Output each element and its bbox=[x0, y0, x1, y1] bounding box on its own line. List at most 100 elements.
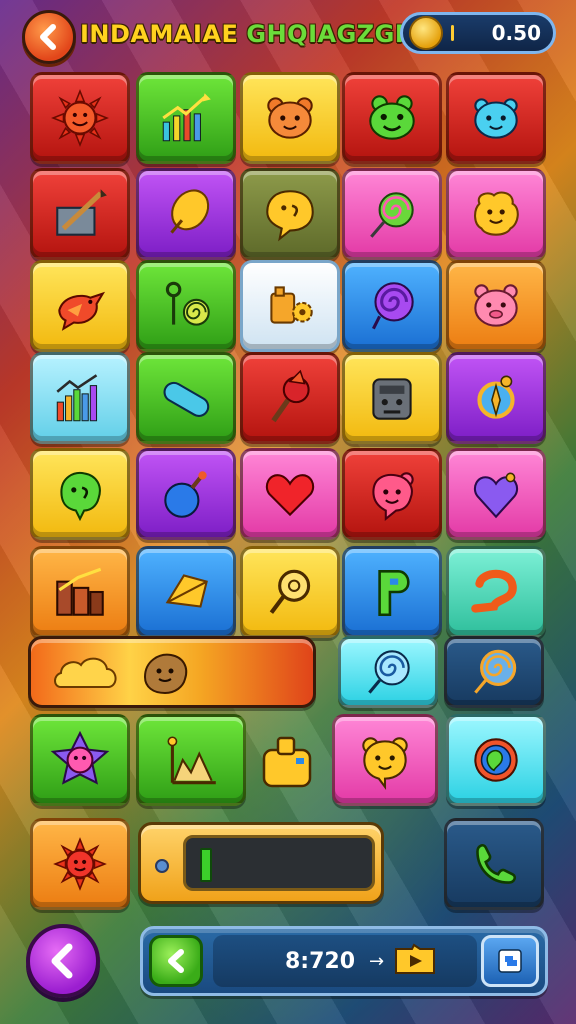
puzzle-icon bbox=[498, 949, 522, 973]
tile-growth-chart[interactable] bbox=[136, 72, 236, 164]
tile-hook[interactable] bbox=[446, 546, 546, 638]
panel-indicator-dot bbox=[155, 859, 169, 873]
blue-swirl-icon bbox=[368, 650, 410, 694]
frog-face-icon bbox=[369, 95, 415, 140]
tile-globe[interactable] bbox=[446, 714, 546, 806]
growth-chart-icon bbox=[162, 93, 211, 142]
puzzle-menu-button[interactable] bbox=[481, 935, 539, 987]
tile-blue-blob-face[interactable] bbox=[446, 72, 546, 164]
star-blob-icon bbox=[50, 730, 110, 785]
coin-value: 0.50 bbox=[491, 21, 541, 45]
undo-button[interactable] bbox=[149, 935, 203, 987]
hook-icon bbox=[471, 569, 517, 613]
tile-torch[interactable] bbox=[240, 352, 340, 444]
score-display: 8:720 → bbox=[213, 935, 477, 987]
tile-speech-smiley[interactable] bbox=[240, 168, 340, 260]
tile-pen-box[interactable] bbox=[30, 168, 130, 260]
mountain-chart-icon bbox=[167, 736, 216, 785]
robot-box-icon bbox=[372, 378, 412, 420]
red-monster-icon bbox=[372, 472, 414, 521]
key-spiral-icon bbox=[165, 281, 210, 326]
bar-chart-icon bbox=[56, 374, 98, 422]
progress-track bbox=[183, 835, 375, 891]
toy-block-icon bbox=[262, 736, 312, 788]
tile-yellow-bear[interactable] bbox=[332, 714, 438, 806]
bonus-bar[interactable] bbox=[28, 636, 316, 708]
arrow-label: → bbox=[369, 950, 385, 972]
yellow-blob-face-icon bbox=[474, 191, 519, 236]
tile-compass[interactable] bbox=[446, 352, 546, 444]
sun-face-icon bbox=[51, 89, 109, 147]
tile-phone[interactable] bbox=[444, 818, 544, 910]
gear-box-icon bbox=[270, 286, 313, 324]
tile-pill-capsule[interactable] bbox=[136, 352, 236, 444]
back-button[interactable] bbox=[22, 10, 76, 64]
globe-icon bbox=[474, 738, 518, 782]
tile-sun-small[interactable] bbox=[30, 818, 130, 910]
bird-icon bbox=[58, 291, 106, 331]
tile-gear-box[interactable] bbox=[240, 260, 340, 352]
tile-key-spiral[interactable] bbox=[136, 260, 236, 352]
tile-frog-face[interactable] bbox=[342, 72, 442, 164]
chevron-left-icon bbox=[40, 24, 56, 50]
tile-sun-face[interactable] bbox=[30, 72, 130, 164]
tile-bar-chart[interactable] bbox=[30, 352, 130, 444]
tile-robot-box[interactable] bbox=[342, 352, 442, 444]
yellow-bear-icon bbox=[362, 737, 408, 790]
tile-blue-swirl[interactable] bbox=[338, 636, 438, 708]
torch-icon bbox=[271, 369, 310, 423]
tile-bird[interactable] bbox=[30, 260, 130, 352]
tile-yellow-blob-face[interactable] bbox=[446, 168, 546, 260]
letter-p-icon bbox=[378, 570, 410, 617]
coin-divider bbox=[451, 25, 454, 41]
purple-swirl-icon bbox=[372, 282, 414, 330]
chart-building-icon bbox=[56, 567, 104, 616]
game-title: INDAMAIAE GHQIAGZGH! bbox=[80, 14, 426, 54]
magnifier-icon bbox=[269, 569, 311, 614]
chevron-left-icon bbox=[168, 949, 184, 973]
progress-fill bbox=[200, 848, 212, 882]
tile-red-monster[interactable] bbox=[342, 448, 442, 540]
tile-bear-face[interactable] bbox=[240, 72, 340, 164]
tile-leaf[interactable] bbox=[136, 168, 236, 260]
diamond-leaf-icon bbox=[165, 574, 208, 608]
pen-box-icon bbox=[56, 189, 107, 236]
tile-magnifier[interactable] bbox=[240, 546, 340, 638]
seal-face-icon bbox=[143, 653, 188, 695]
tile-heart[interactable] bbox=[240, 448, 340, 540]
bottom-bar: 8:720 → bbox=[140, 926, 548, 996]
tile-letter-p[interactable] bbox=[342, 546, 442, 638]
coin-counter[interactable]: 0.50 bbox=[400, 12, 556, 54]
tile-bomb[interactable] bbox=[136, 448, 236, 540]
heart-pin-icon bbox=[473, 472, 519, 519]
pig-face-icon bbox=[474, 284, 518, 327]
score-value: 8:720 bbox=[285, 948, 356, 974]
leaf-icon bbox=[170, 189, 210, 234]
heart-icon bbox=[265, 474, 315, 517]
tile-pig-face[interactable] bbox=[446, 260, 546, 352]
tile-chart-building[interactable] bbox=[30, 546, 130, 638]
bear-face-icon bbox=[267, 97, 313, 139]
green-monster-icon bbox=[60, 471, 101, 522]
bottom-back-button[interactable] bbox=[26, 924, 100, 998]
phone-icon bbox=[476, 844, 517, 884]
tile-mountain-chart[interactable] bbox=[136, 714, 246, 806]
chevron-left-icon bbox=[51, 943, 73, 979]
pill-capsule-icon bbox=[163, 381, 210, 417]
title-word-1: INDAMAIAE bbox=[80, 20, 239, 48]
sun-small-icon bbox=[53, 837, 107, 891]
coin-icon bbox=[409, 16, 443, 50]
cloud-icon bbox=[54, 657, 117, 688]
tile-lollipop[interactable] bbox=[342, 168, 442, 260]
tile-star-blob[interactable] bbox=[30, 714, 130, 806]
tile-heart-pin[interactable] bbox=[446, 448, 546, 540]
orange-swirl-icon bbox=[474, 649, 517, 694]
lollipop-icon bbox=[370, 192, 414, 238]
speech-smiley-icon bbox=[266, 190, 314, 242]
tile-green-monster[interactable] bbox=[30, 448, 130, 540]
tile-purple-swirl[interactable] bbox=[342, 260, 442, 352]
tile-diamond-leaf[interactable] bbox=[136, 546, 236, 638]
tile-orange-swirl[interactable] bbox=[444, 636, 544, 708]
blue-blob-face-icon bbox=[474, 98, 518, 139]
bomb-icon bbox=[164, 471, 207, 518]
